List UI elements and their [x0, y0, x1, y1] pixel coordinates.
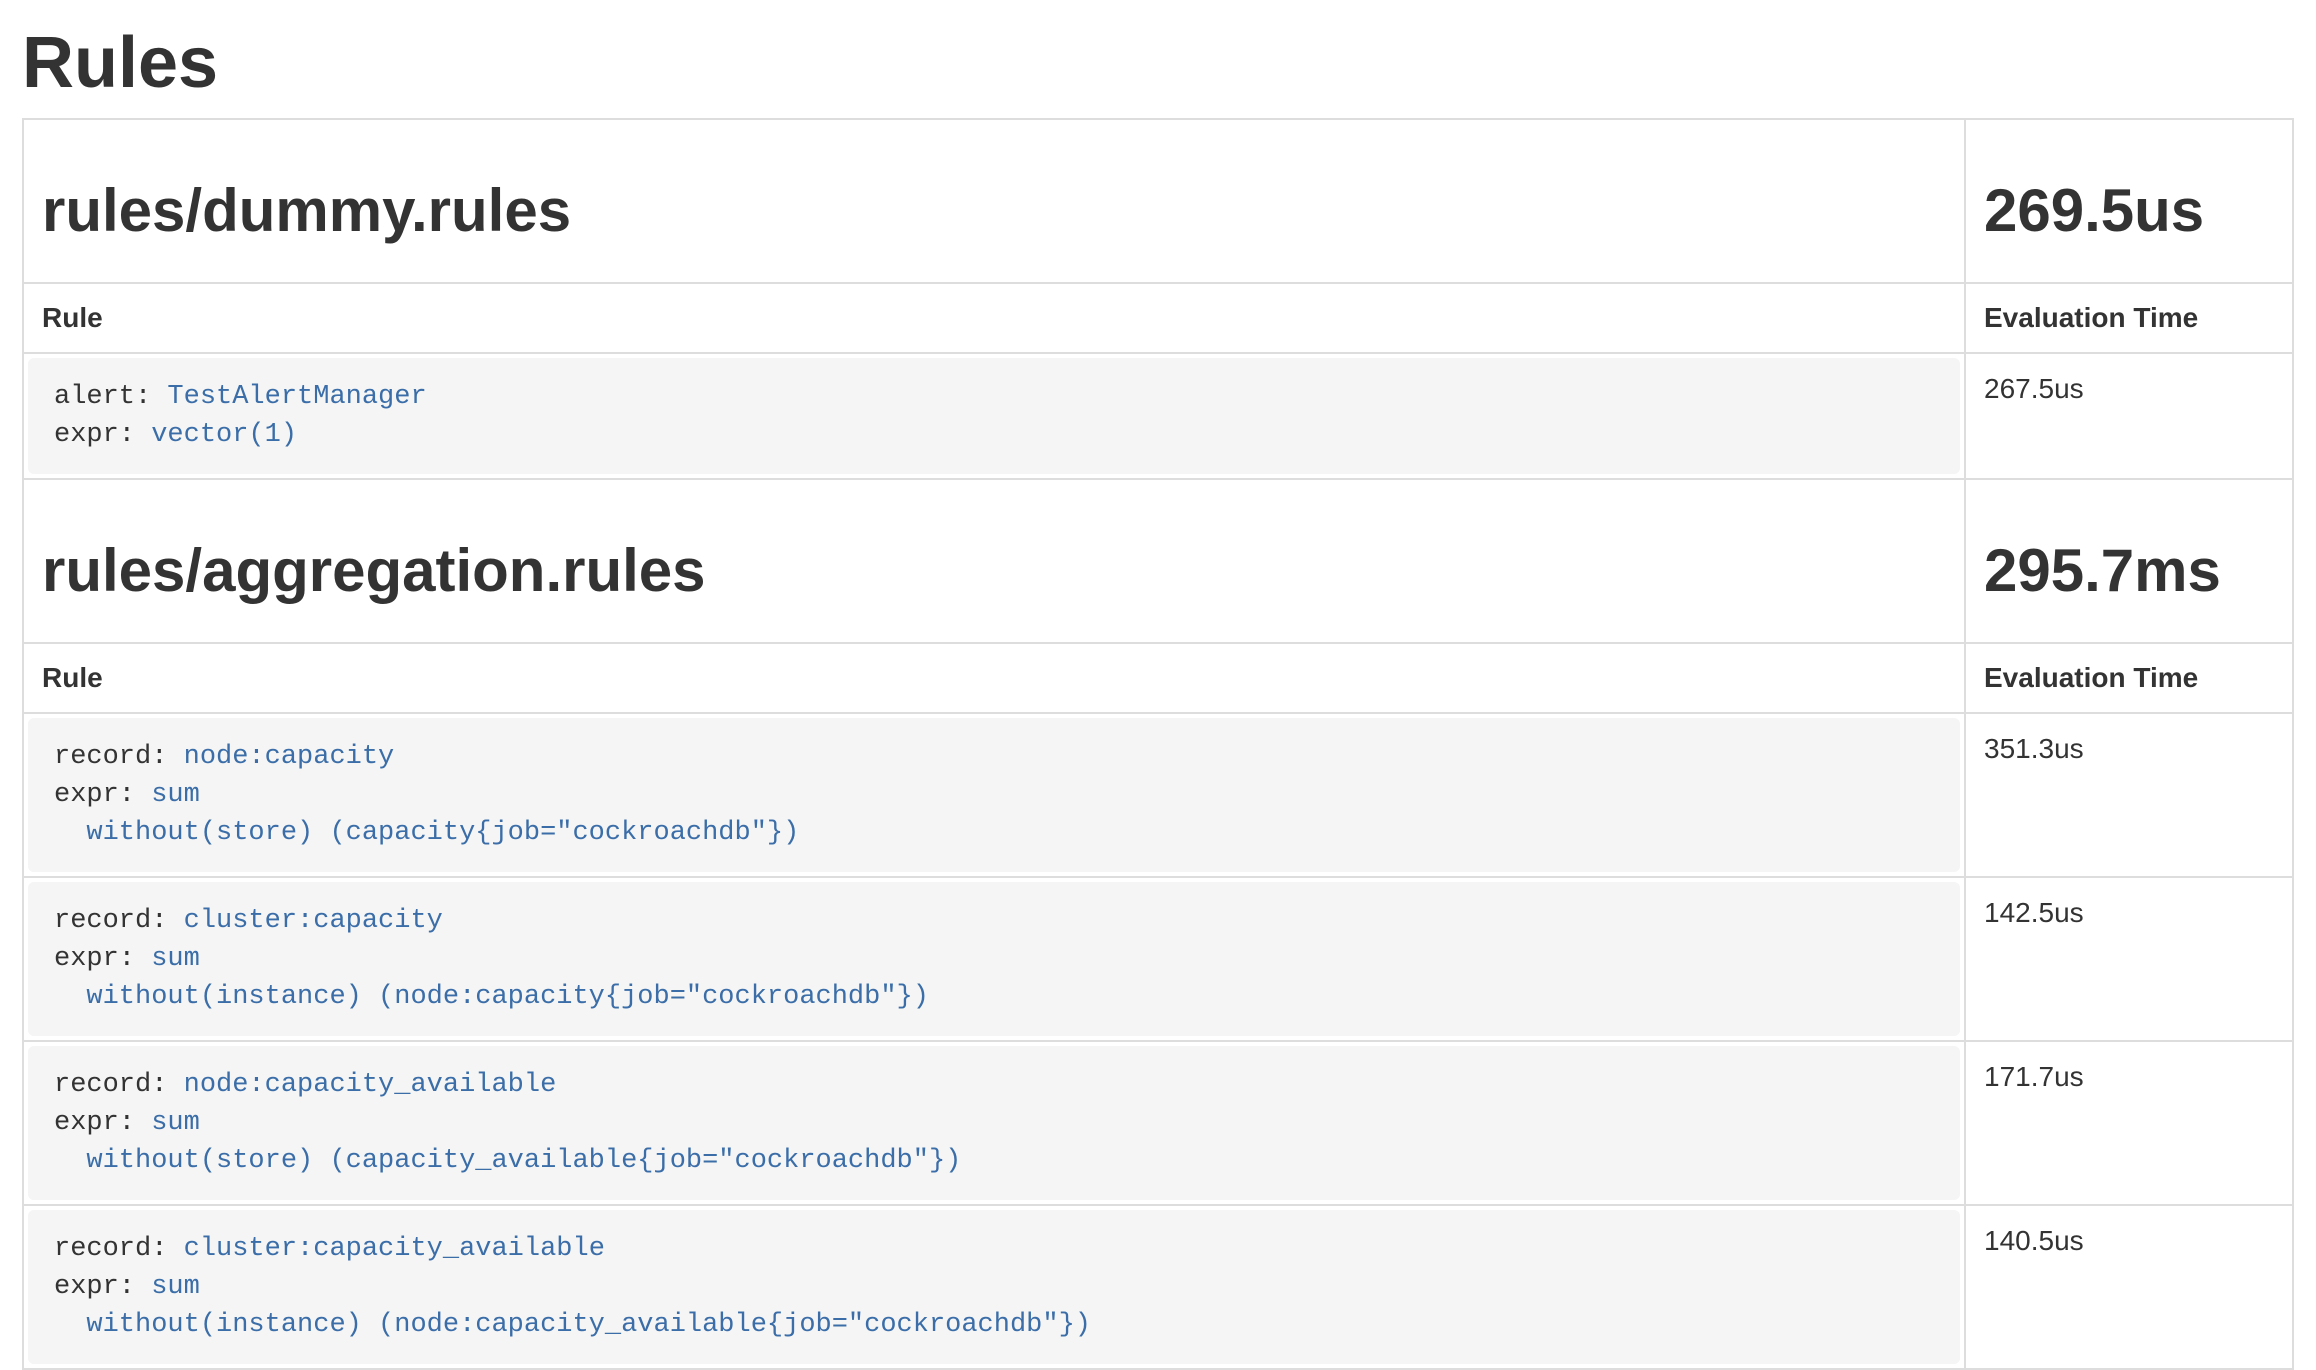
rule-column-header: Rule: [23, 643, 1965, 713]
rule-group-header-row: rules/dummy.rules 269.5us: [23, 119, 2293, 283]
rule-link[interactable]: TestAlertManager: [167, 382, 426, 412]
rule-definition: alert: TestAlertManager expr: vector(1): [28, 358, 1960, 474]
rule-link[interactable]: node:capacity_available: [184, 1070, 557, 1100]
rule-eval-time: 267.5us: [1965, 353, 2293, 479]
rule-keyword: record:: [54, 742, 184, 772]
rule-keyword: alert:: [54, 382, 167, 412]
rule-keyword: record:: [54, 906, 184, 936]
rule-link[interactable]: sum without(instance) (node:capacity{job…: [54, 944, 929, 1012]
rule-link[interactable]: node:capacity: [184, 742, 395, 772]
rule-group-header-row: rules/aggregation.rules 295.7ms: [23, 479, 2293, 643]
rule-definition: record: node:capacity expr: sum without(…: [28, 718, 1960, 872]
rule-link[interactable]: cluster:capacity: [184, 906, 443, 936]
rule-link[interactable]: sum without(instance) (node:capacity_ava…: [54, 1272, 1091, 1340]
eval-time-column-header: Evaluation Time: [1965, 643, 2293, 713]
rule-group-eval-time: 295.7ms: [1984, 538, 2274, 604]
rule-group-file: rules/dummy.rules: [42, 178, 1946, 244]
rule-group-eval-cell: 295.7ms: [1965, 479, 2293, 643]
rule-row: alert: TestAlertManager expr: vector(1)2…: [23, 353, 2293, 479]
rule-row: record: node:capacity expr: sum without(…: [23, 713, 2293, 877]
rule-keyword: expr:: [54, 944, 151, 974]
rule-eval-time: 140.5us: [1965, 1205, 2293, 1369]
rule-column-header: Rule: [23, 283, 1965, 353]
rules-table-body: rules/dummy.rules269.5usRuleEvaluation T…: [23, 119, 2293, 1369]
rule-keyword: record:: [54, 1070, 184, 1100]
rule-definition-cell: record: cluster:capacity expr: sum witho…: [23, 877, 1965, 1041]
rule-definition: record: cluster:capacity_available expr:…: [28, 1210, 1960, 1364]
rule-link[interactable]: sum without(store) (capacity_available{j…: [54, 1108, 961, 1176]
rule-keyword: expr:: [54, 780, 151, 810]
rule-definition: record: node:capacity_available expr: su…: [28, 1046, 1960, 1200]
rule-keyword: expr:: [54, 420, 151, 450]
rule-definition-cell: record: node:capacity expr: sum without(…: [23, 713, 1965, 877]
page-title: Rules: [22, 26, 2294, 102]
rule-eval-time: 351.3us: [1965, 713, 2293, 877]
rule-definition-cell: record: cluster:capacity_available expr:…: [23, 1205, 1965, 1369]
rule-group-file-cell: rules/dummy.rules: [23, 119, 1965, 283]
rule-group-eval-cell: 269.5us: [1965, 119, 2293, 283]
eval-time-column-header: Evaluation Time: [1965, 283, 2293, 353]
rule-link[interactable]: sum without(store) (capacity{job="cockro…: [54, 780, 799, 848]
rule-link[interactable]: vector(1): [151, 420, 297, 450]
rule-eval-time: 171.7us: [1965, 1041, 2293, 1205]
rule-eval-time: 142.5us: [1965, 877, 2293, 1041]
rule-keyword: expr:: [54, 1272, 151, 1302]
rules-table: rules/dummy.rules269.5usRuleEvaluation T…: [22, 118, 2294, 1370]
column-header-row: RuleEvaluation Time: [23, 643, 2293, 713]
rule-definition-cell: record: node:capacity_available expr: su…: [23, 1041, 1965, 1205]
rule-keyword: expr:: [54, 1108, 151, 1138]
rule-row: record: node:capacity_available expr: su…: [23, 1041, 2293, 1205]
rule-definition-cell: alert: TestAlertManager expr: vector(1): [23, 353, 1965, 479]
rule-group-file-cell: rules/aggregation.rules: [23, 479, 1965, 643]
rule-group-file: rules/aggregation.rules: [42, 538, 1946, 604]
rule-row: record: cluster:capacity_available expr:…: [23, 1205, 2293, 1369]
rule-keyword: record:: [54, 1234, 184, 1264]
rule-link[interactable]: cluster:capacity_available: [184, 1234, 605, 1264]
rule-row: record: cluster:capacity expr: sum witho…: [23, 877, 2293, 1041]
column-header-row: RuleEvaluation Time: [23, 283, 2293, 353]
rule-definition: record: cluster:capacity expr: sum witho…: [28, 882, 1960, 1036]
rule-group-eval-time: 269.5us: [1984, 178, 2274, 244]
